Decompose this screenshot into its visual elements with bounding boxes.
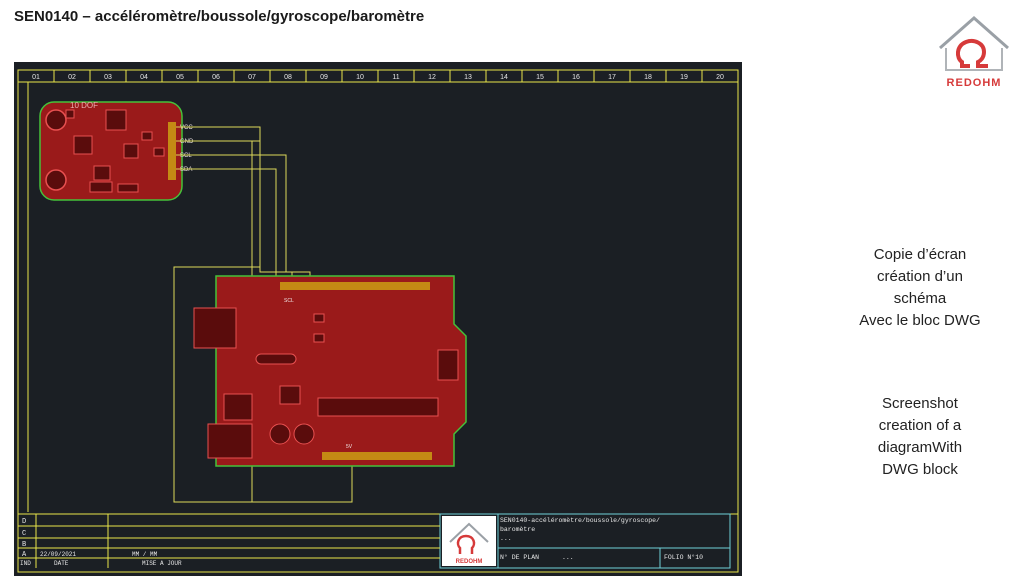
ruler-number: 02	[68, 74, 76, 81]
drawing-title-line2: baromètre	[500, 526, 535, 533]
ruler-number: 19	[680, 74, 688, 81]
caption-en-line: creation of a	[878, 417, 962, 434]
drawing-title: SEN0140-accéléromètre/boussole/gyroscope…	[500, 517, 660, 524]
ruler-number: 07	[248, 74, 256, 81]
sensor-pin-scl: SCL	[180, 153, 192, 159]
ruler-number: 03	[104, 74, 112, 81]
caption-french: Copie d’écran création d’un schéma Avec …	[828, 244, 1012, 332]
caption-en-line: diagramWith	[877, 439, 963, 456]
rev-by-a: MM / MM	[132, 551, 158, 558]
ruler-number: 11	[392, 74, 399, 81]
rev-ind-c: C	[22, 530, 26, 538]
caption-english: Screenshot creation of a diagramWith DWG…	[828, 393, 1012, 481]
title-block-logo-text: REDOHM	[456, 559, 483, 565]
caption-fr-line: Copie d’écran	[873, 246, 967, 263]
rev-header-ind: IND	[20, 560, 31, 567]
rev-ind-b: B	[22, 541, 26, 549]
caption-en-line: Screenshot	[882, 395, 958, 412]
ruler-number: 12	[428, 74, 436, 81]
redohm-logo: REDOHM	[939, 15, 1009, 89]
caption-fr-line: schéma	[893, 290, 947, 307]
ruler-number: 14	[500, 74, 508, 81]
drawing-title-line3: ...	[500, 535, 512, 542]
ruler-number: 06	[212, 74, 220, 81]
caption-fr-line: création d’un	[877, 268, 963, 285]
arduino-bottom-header-labels: 5V	[346, 444, 353, 450]
sensor-pin-sda: SDA	[180, 167, 192, 173]
logo-text: REDOHM	[947, 77, 1002, 89]
ruler-number: 04	[140, 74, 148, 81]
ruler-number: 08	[284, 74, 292, 81]
rev-date-a: 22/09/2021	[40, 551, 76, 558]
folio-number: FOLIO N°10	[664, 553, 703, 561]
arduino-board[interactable]: SCL 5V	[193, 275, 467, 467]
slide-title: SEN0140 – accéléromètre/boussole/gyrosco…	[14, 8, 425, 25]
ruler-number: 01	[32, 74, 40, 81]
sensor-pin-gnd: GND	[180, 139, 194, 145]
sensor-pin-vcc: VCC	[180, 125, 193, 131]
ruler-number: 16	[572, 74, 580, 81]
plan-number-value: ...	[562, 554, 574, 561]
ruler-number: 17	[608, 74, 616, 81]
rev-header-mise: MISE A JOUR	[142, 560, 182, 567]
ruler-number: 10	[356, 74, 364, 81]
cad-drawing[interactable]: 01 02 03 04 05 06 07 08 09 10 11 12 13 14 15 16 17 18 19 20…	[14, 62, 742, 576]
ruler-number: 18	[644, 74, 652, 81]
arduino-top-header-labels: SCL	[284, 298, 294, 304]
ruler-number: 20	[716, 74, 724, 81]
ruler-number: 05	[176, 74, 184, 81]
plan-number-label: N° DE PLAN	[500, 553, 539, 561]
caption-en-line: DWG block	[882, 461, 958, 478]
rev-ind-d: D	[22, 518, 26, 526]
ruler-number: 09	[320, 74, 328, 81]
ruler-number: 13	[464, 74, 472, 81]
rev-header-date: DATE	[54, 560, 69, 567]
sensor-name: 10 DOF	[70, 101, 98, 110]
caption-fr-line: Avec le bloc DWG	[859, 312, 981, 329]
ruler-number: 15	[536, 74, 544, 81]
sensor-board[interactable]: 10 DOF VCC GND SCL SDA	[39, 101, 194, 201]
